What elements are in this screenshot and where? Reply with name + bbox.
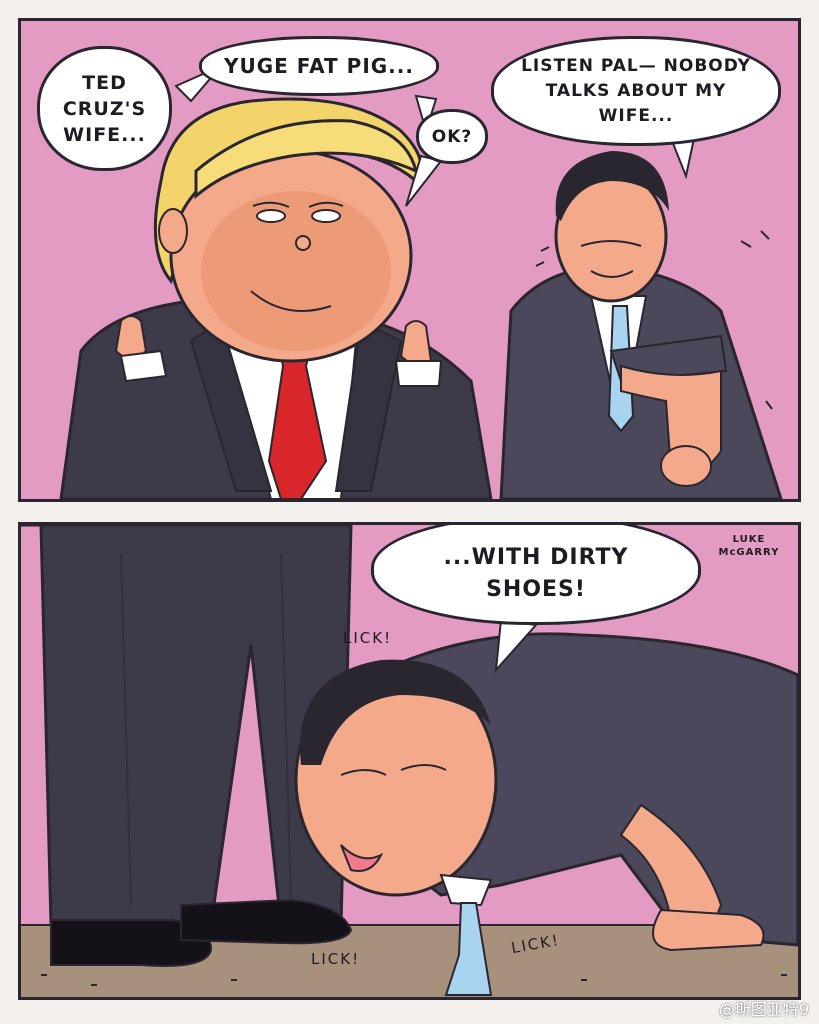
trump-shoe-right <box>180 898 353 945</box>
artist-signature-text: LUKE McGARRY <box>718 534 780 558</box>
speech-bubble-listen-pal: LISTEN PAL— NOBODY TALKS ABOUT MY WIFE..… <box>491 36 781 146</box>
sound-effect-lick-1: LICK! <box>343 629 393 647</box>
artist-signature: LUKE McGARRY <box>713 533 785 559</box>
speech-bubble-yuge-fat-pig: YUGE FAT PIG... <box>199 36 439 96</box>
trump-legs <box>21 525 353 927</box>
watermark: @斯图亚特9 <box>718 1000 809 1019</box>
speech-text-yuge-fat-pig: YUGE FAT PIG... <box>224 54 414 78</box>
speech-bubble-dirty-shoes: ...WITH DIRTY SHOES! <box>371 525 701 625</box>
speech-text-dirty-shoes: ...WITH DIRTY SHOES! <box>443 545 629 602</box>
speech-text-ok: OK? <box>431 126 473 147</box>
speech-bubble-ted-cruzs-wife: TED CRUZ'S WIFE... <box>37 46 172 171</box>
speech-text-ted-cruzs-wife: TED CRUZ'S WIFE... <box>62 71 147 146</box>
speech-text-listen-pal: LISTEN PAL— NOBODY TALKS ABOUT MY WIFE..… <box>521 55 751 126</box>
sound-effect-lick-2: LICK! <box>311 950 361 968</box>
comic-panel-bottom: ...WITH DIRTY SHOES! LUKE McGARRY LICK! … <box>18 522 801 1000</box>
comic-panel-top: TED CRUZ'S WIFE... YUGE FAT PIG... OK? L… <box>18 18 801 502</box>
speech-bubble-ok: OK? <box>416 109 488 164</box>
